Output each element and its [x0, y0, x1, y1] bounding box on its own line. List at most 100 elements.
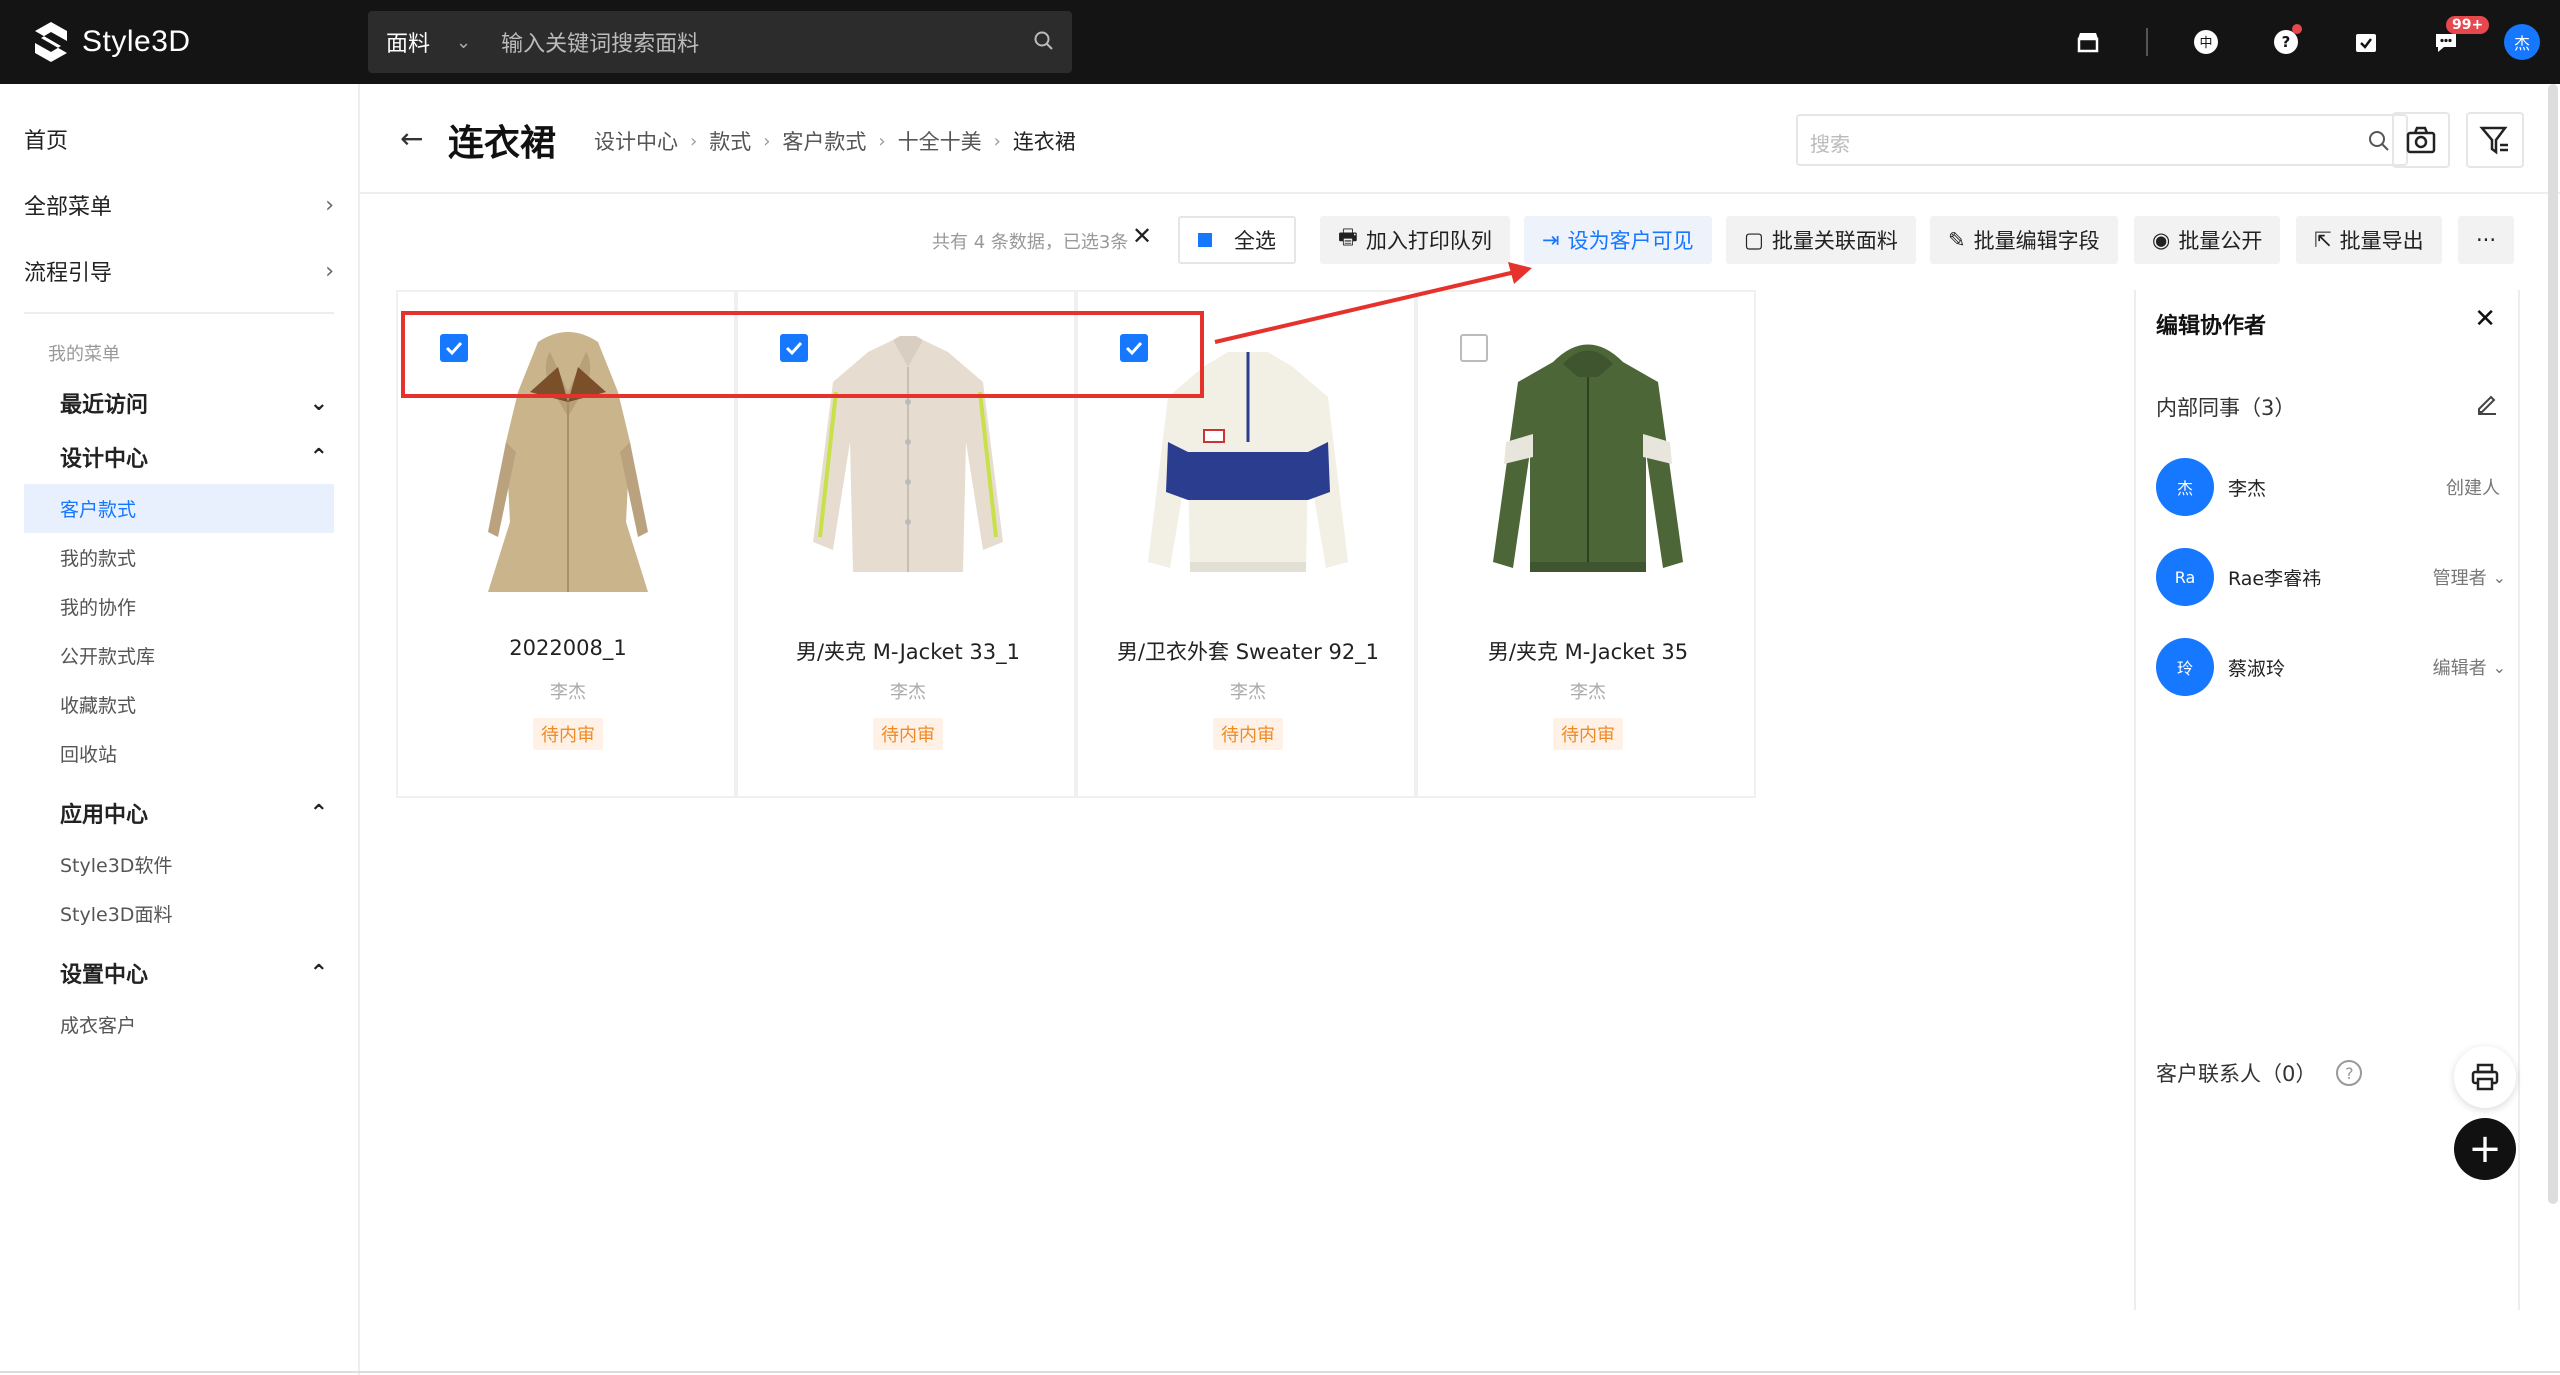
add-float-button[interactable]: + — [2454, 1118, 2516, 1180]
status-badge: 待内审 — [398, 718, 738, 750]
batch-link-fabric-button[interactable]: ▢ 批量关联面料 — [1726, 216, 1916, 264]
sidebar-item-process-guide[interactable]: 流程引导 › — [0, 238, 358, 304]
group-label: 应用中心 — [60, 803, 149, 828]
button-label: 批量导出 — [2339, 229, 2424, 253]
sidebar-item-all-menu[interactable]: 全部菜单 › — [0, 172, 358, 238]
breadcrumb-item[interactable]: 款式 — [709, 126, 751, 156]
sidebar-item-public-library[interactable]: 公开款式库 — [0, 631, 358, 680]
sidebar-item-garment-clients[interactable]: 成衣客户 — [0, 1000, 358, 1049]
collaborator-row: 玲 蔡淑玲 编辑者 ⌄ — [2156, 638, 2506, 696]
search-icon[interactable] — [2366, 128, 2392, 154]
search-category-select[interactable]: 面料 — [386, 26, 430, 58]
sidebar-item-client-styles[interactable]: 客户款式 — [24, 484, 334, 533]
export-icon: ⇱ — [2314, 228, 2332, 252]
sidebar: 首页 全部菜单 › 流程引导 › 我的菜单 最近访问 ⌄ 设计中心 ⌃ 客户款式… — [0, 84, 360, 1375]
set-client-visible-button[interactable]: ⇥ 设为客户可见 — [1524, 216, 1712, 264]
breadcrumb-separator-icon: › — [878, 130, 886, 152]
chevron-up-icon: ⌃ — [309, 800, 328, 826]
card-name[interactable]: 男/卫衣外套 Sweater 92_1 — [1078, 636, 1418, 666]
help-notification-dot — [2292, 24, 2302, 34]
sidebar-item-style3d-fabric[interactable]: Style3D面料 — [0, 889, 358, 938]
breadcrumb-current: 连衣裙 — [1012, 130, 1076, 154]
select-all-button[interactable]: 全选 — [1178, 216, 1296, 264]
breadcrumb-separator-icon: › — [763, 130, 771, 152]
chevron-right-icon: › — [325, 258, 334, 284]
group-design-center[interactable]: 设计中心 ⌃ — [0, 430, 358, 484]
collaborator-row: 杰 李杰 创建人 — [2156, 458, 2506, 516]
card-name[interactable]: 男/夹克 M-Jacket 33_1 — [738, 636, 1078, 666]
button-label: 批量公开 — [2178, 229, 2263, 253]
sidebar-item-my-collab[interactable]: 我的协作 — [0, 582, 358, 631]
sidebar-item-home[interactable]: 首页 — [0, 106, 358, 172]
style-search-input[interactable]: 搜索 — [1796, 114, 2408, 166]
sidebar-item-favorites[interactable]: 收藏款式 — [0, 680, 358, 729]
avatar: 杰 — [2156, 458, 2214, 516]
chevron-up-icon: ⌃ — [309, 960, 328, 986]
add-print-queue-button[interactable]: 🖶 加入打印队列 — [1320, 216, 1510, 264]
back-arrow-icon[interactable]: ← — [400, 122, 423, 155]
camera-search-button[interactable] — [2392, 112, 2450, 168]
collaborator-role-select[interactable]: 管理者 — [2433, 564, 2487, 590]
sidebar-item-label: 全部菜单 — [24, 195, 113, 220]
button-label: 批量关联面料 — [1771, 229, 1898, 253]
collaborator-row: Ra Rae李睿祎 管理者 ⌄ — [2156, 548, 2506, 606]
card-name[interactable]: 男/夹克 M-Jacket 35 — [1418, 636, 1758, 666]
chevron-down-icon[interactable]: ⌄ — [2493, 568, 2506, 587]
status-badge-text: 待内审 — [873, 718, 943, 750]
group-app-center[interactable]: 应用中心 ⌃ — [0, 786, 358, 840]
help-icon[interactable]: ? — [2264, 20, 2308, 64]
close-icon[interactable]: ✕ — [2474, 304, 2496, 334]
question-icon[interactable]: ? — [2336, 1060, 2363, 1086]
message-icon[interactable]: 99+ — [2424, 16, 2490, 64]
card-name[interactable]: 2022008_1 — [398, 636, 738, 660]
more-icon: ··· — [2476, 228, 2497, 252]
sidebar-item-recycle-bin[interactable]: 回收站 — [0, 729, 358, 778]
svg-text:?: ? — [2282, 33, 2291, 51]
app-logo[interactable]: Style3D — [32, 20, 191, 64]
search-icon[interactable] — [1032, 29, 1056, 53]
page-scrollbar[interactable] — [2548, 84, 2558, 1204]
panel-title: 编辑协作者 — [2156, 314, 2267, 339]
page-header: ← 连衣裙 设计中心 › 款式 › 客户款式 › 十全十美 › 连衣裙 搜索 — [360, 84, 2560, 194]
print-float-button[interactable] — [2454, 1046, 2516, 1108]
breadcrumb-item[interactable]: 设计中心 — [594, 126, 678, 156]
eye-icon: ◉ — [2152, 228, 2171, 252]
collaborator-name: Rae李睿祎 — [2228, 567, 2322, 590]
currency-icon[interactable]: 中 — [2184, 20, 2228, 64]
batch-edit-fields-button[interactable]: ✎ 批量编辑字段 — [1930, 216, 2118, 264]
toolbar-divider — [2146, 28, 2148, 56]
group-recent-visits[interactable]: 最近访问 ⌄ — [0, 376, 358, 430]
clear-selection-icon[interactable]: ✕ — [1132, 222, 1152, 250]
batch-public-button[interactable]: ◉ 批量公开 — [2134, 216, 2281, 264]
sidebar-item-style3d-software[interactable]: Style3D软件 — [0, 840, 358, 889]
chevron-down-icon[interactable]: ⌄ — [456, 32, 471, 53]
breadcrumb-item[interactable]: 客户款式 — [782, 126, 866, 156]
style-card[interactable]: 男/夹克 M-Jacket 35 李杰 待内审 — [1416, 290, 1756, 798]
bottom-divider — [0, 1371, 2560, 1373]
status-badge-text: 待内审 — [1553, 718, 1623, 750]
more-actions-button[interactable]: ··· — [2458, 216, 2515, 264]
button-label: 全选 — [1234, 229, 1276, 253]
top-search-bar[interactable]: 面料 ⌄ 输入关键词搜索面料 — [368, 11, 1072, 73]
collaborator-name: 李杰 — [2228, 477, 2267, 500]
partial-check-icon — [1198, 233, 1212, 247]
pencil-icon: ✎ — [1948, 228, 1966, 252]
batch-export-button[interactable]: ⇱ 批量导出 — [2296, 216, 2442, 264]
task-icon[interactable] — [2344, 20, 2388, 64]
top-icon-group: 中 ? 99+ 杰 — [2066, 16, 2540, 64]
chevron-down-icon[interactable]: ⌄ — [2493, 658, 2506, 677]
status-badge-text: 待内审 — [533, 718, 603, 750]
collaborator-role-select[interactable]: 编辑者 — [2433, 654, 2487, 680]
share-icon: ⇥ — [1542, 228, 1560, 252]
group-label: 最近访问 — [60, 393, 149, 418]
user-avatar[interactable]: 杰 — [2504, 24, 2540, 60]
top-search-input[interactable]: 输入关键词搜索面料 — [501, 26, 699, 58]
sidebar-item-my-styles[interactable]: 我的款式 — [0, 533, 358, 582]
filter-button[interactable] — [2466, 112, 2524, 168]
group-settings-center[interactable]: 设置中心 ⌃ — [0, 946, 358, 1000]
store-icon[interactable] — [2066, 20, 2110, 64]
edit-icon[interactable] — [2474, 390, 2500, 416]
breadcrumb-item[interactable]: 十全十美 — [898, 126, 982, 156]
sidebar-divider — [24, 312, 334, 314]
status-badge: 待内审 — [738, 718, 1078, 750]
